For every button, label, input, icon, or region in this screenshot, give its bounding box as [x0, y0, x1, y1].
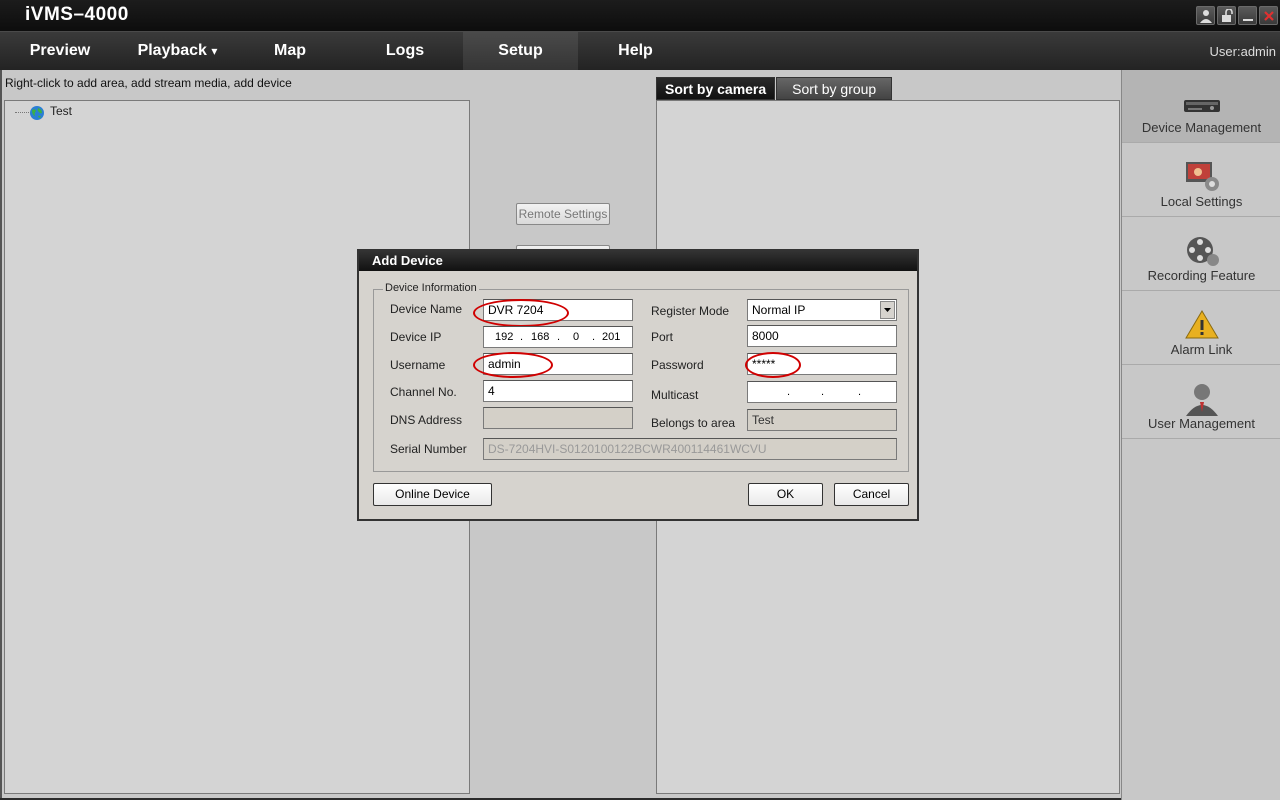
- dvr-device-icon: [1184, 100, 1220, 112]
- multicast-label: Multicast: [651, 388, 699, 402]
- menu-map[interactable]: Map: [235, 32, 345, 70]
- highlight-circle: [745, 352, 801, 378]
- ip-dot: .: [858, 386, 862, 398]
- tab-sort-by-group[interactable]: Sort by group: [776, 77, 893, 100]
- ip-octet: 192: [495, 331, 514, 343]
- port-label: Port: [651, 330, 674, 344]
- user-label: User:admin: [1209, 44, 1276, 59]
- dialog-title: Add Device: [359, 251, 917, 271]
- tree-node-test[interactable]: Test: [50, 104, 72, 118]
- ip-dot: .: [592, 331, 596, 343]
- globe-icon: [30, 106, 44, 120]
- serial-number-field: DS-7204HVI-S0120100122BCWR400114461WCVU: [483, 438, 897, 460]
- dropdown-arrow-icon[interactable]: [880, 301, 895, 319]
- user-icon: [1186, 384, 1218, 416]
- ip-dot: .: [787, 386, 791, 398]
- hint-text: Right-click to add area, add stream medi…: [5, 76, 292, 90]
- sidebar-item-alarm-link[interactable]: Alarm Link: [1122, 292, 1280, 365]
- tab-sort-by-camera[interactable]: Sort by camera: [656, 77, 776, 100]
- sidebar-item-label: User Management: [1148, 416, 1255, 431]
- online-device-button[interactable]: Online Device: [373, 483, 492, 506]
- window-controls: [1196, 6, 1278, 25]
- title-bar: iVMS–4000: [0, 0, 1280, 31]
- serial-number-label: Serial Number: [390, 442, 467, 456]
- belongs-to-area-label: Belongs to area: [651, 416, 736, 430]
- ip-octet: 168: [531, 331, 550, 343]
- group-title: Device Information: [383, 282, 479, 294]
- minimize-icon[interactable]: [1238, 6, 1257, 25]
- ip-octet: 201: [602, 331, 621, 343]
- dns-address-label: DNS Address: [390, 413, 463, 427]
- device-ip-label: Device IP: [390, 330, 442, 344]
- menu-setup[interactable]: Setup: [463, 32, 578, 70]
- close-icon[interactable]: [1259, 6, 1278, 25]
- menu-help[interactable]: Help: [578, 32, 693, 70]
- menu-playback[interactable]: Playback ▾: [120, 32, 235, 70]
- menu-preview[interactable]: Preview: [0, 32, 120, 70]
- ip-octet: 0: [573, 331, 580, 343]
- add-device-dialog: Add Device Device Information Device Nam…: [357, 249, 919, 521]
- app-title: iVMS–4000: [25, 4, 129, 25]
- sidebar-item-label: Local Settings: [1160, 194, 1243, 209]
- device-name-label: Device Name: [390, 302, 463, 316]
- ip-dot: .: [821, 386, 825, 398]
- sidebar-item-label: Alarm Link: [1170, 342, 1233, 357]
- channel-no-field[interactable]: 4: [483, 380, 633, 402]
- sidebar-item-device-management[interactable]: Device Management: [1122, 70, 1280, 143]
- ip-dot: .: [557, 331, 561, 343]
- menu-logs[interactable]: Logs: [345, 32, 465, 70]
- tree-connector: [15, 112, 29, 113]
- ip-dot: .: [520, 331, 524, 343]
- port-field[interactable]: 8000: [747, 325, 897, 347]
- sidebar: Device Management Local Settings Recordi…: [1121, 70, 1280, 800]
- monitor-gear-icon: [1186, 162, 1219, 191]
- warning-icon: [1185, 310, 1219, 339]
- lock-icon[interactable]: [1217, 6, 1236, 25]
- film-reel-icon: [1187, 237, 1219, 266]
- highlight-circle: [473, 352, 553, 378]
- belongs-to-area-field: Test: [747, 409, 897, 431]
- channel-no-label: Channel No.: [390, 385, 457, 399]
- device-ip-field[interactable]: 192 . 168 . 0 . 201: [483, 326, 633, 348]
- menu-playback-label: Playback: [137, 42, 207, 59]
- register-mode-select[interactable]: Normal IP: [747, 299, 897, 321]
- sidebar-item-local-settings[interactable]: Local Settings: [1122, 144, 1280, 217]
- cancel-button[interactable]: Cancel: [834, 483, 909, 506]
- remote-settings-button[interactable]: Remote Settings: [516, 203, 610, 225]
- menu-bar: Preview Playback ▾ Map Logs Setup Help U…: [0, 31, 1280, 70]
- dns-address-field: [483, 407, 633, 429]
- multicast-field[interactable]: . . .: [747, 381, 897, 403]
- sidebar-item-label: Recording Feature: [1147, 268, 1256, 283]
- camera-tabs: Sort by camera Sort by group: [656, 77, 893, 100]
- register-mode-value: Normal IP: [752, 303, 806, 317]
- sidebar-item-label: Device Management: [1141, 120, 1262, 135]
- sidebar-item-recording-feature[interactable]: Recording Feature: [1122, 218, 1280, 291]
- register-mode-label: Register Mode: [651, 304, 730, 318]
- highlight-circle: [473, 299, 569, 327]
- password-label: Password: [651, 358, 704, 372]
- user-icon[interactable]: [1196, 6, 1215, 25]
- sidebar-item-user-management[interactable]: User Management: [1122, 366, 1280, 439]
- chevron-down-icon: ▾: [211, 44, 218, 58]
- ok-button[interactable]: OK: [748, 483, 823, 506]
- username-label: Username: [390, 358, 446, 372]
